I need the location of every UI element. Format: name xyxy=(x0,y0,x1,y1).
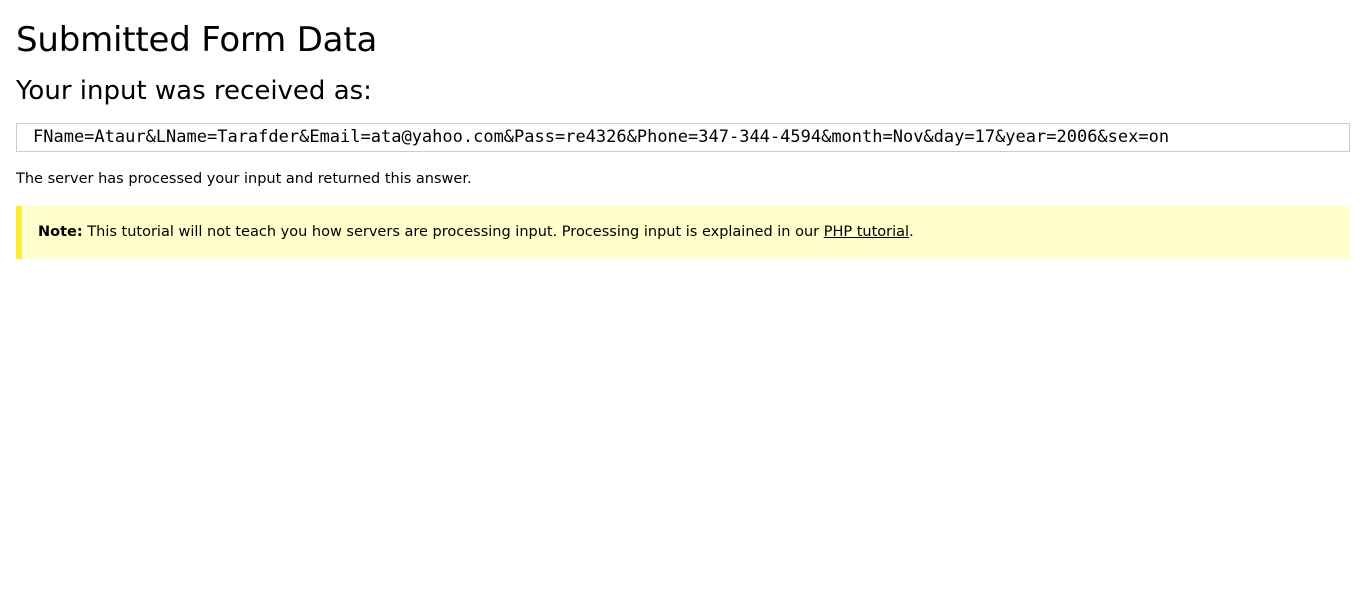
note-text: This tutorial will not teach you how ser… xyxy=(82,224,824,240)
php-tutorial-link[interactable]: PHP tutorial xyxy=(824,224,909,240)
page: Submitted Form Data Your input was recei… xyxy=(0,0,1366,613)
submitted-data-box: FName=Ataur&LName=Tarafder&Email=ata@yah… xyxy=(16,123,1350,152)
page-title: Submitted Form Data xyxy=(16,20,378,60)
submitted-data-text: FName=Ataur&LName=Tarafder&Email=ata@yah… xyxy=(33,127,1170,147)
note-panel: Note: This tutorial will not teach you h… xyxy=(16,206,1350,259)
server-message: The server has processed your input and … xyxy=(16,171,472,187)
note-label: Note: xyxy=(38,224,83,240)
subheading: Your input was received as: xyxy=(16,76,372,106)
note-trailing: . xyxy=(909,224,914,240)
